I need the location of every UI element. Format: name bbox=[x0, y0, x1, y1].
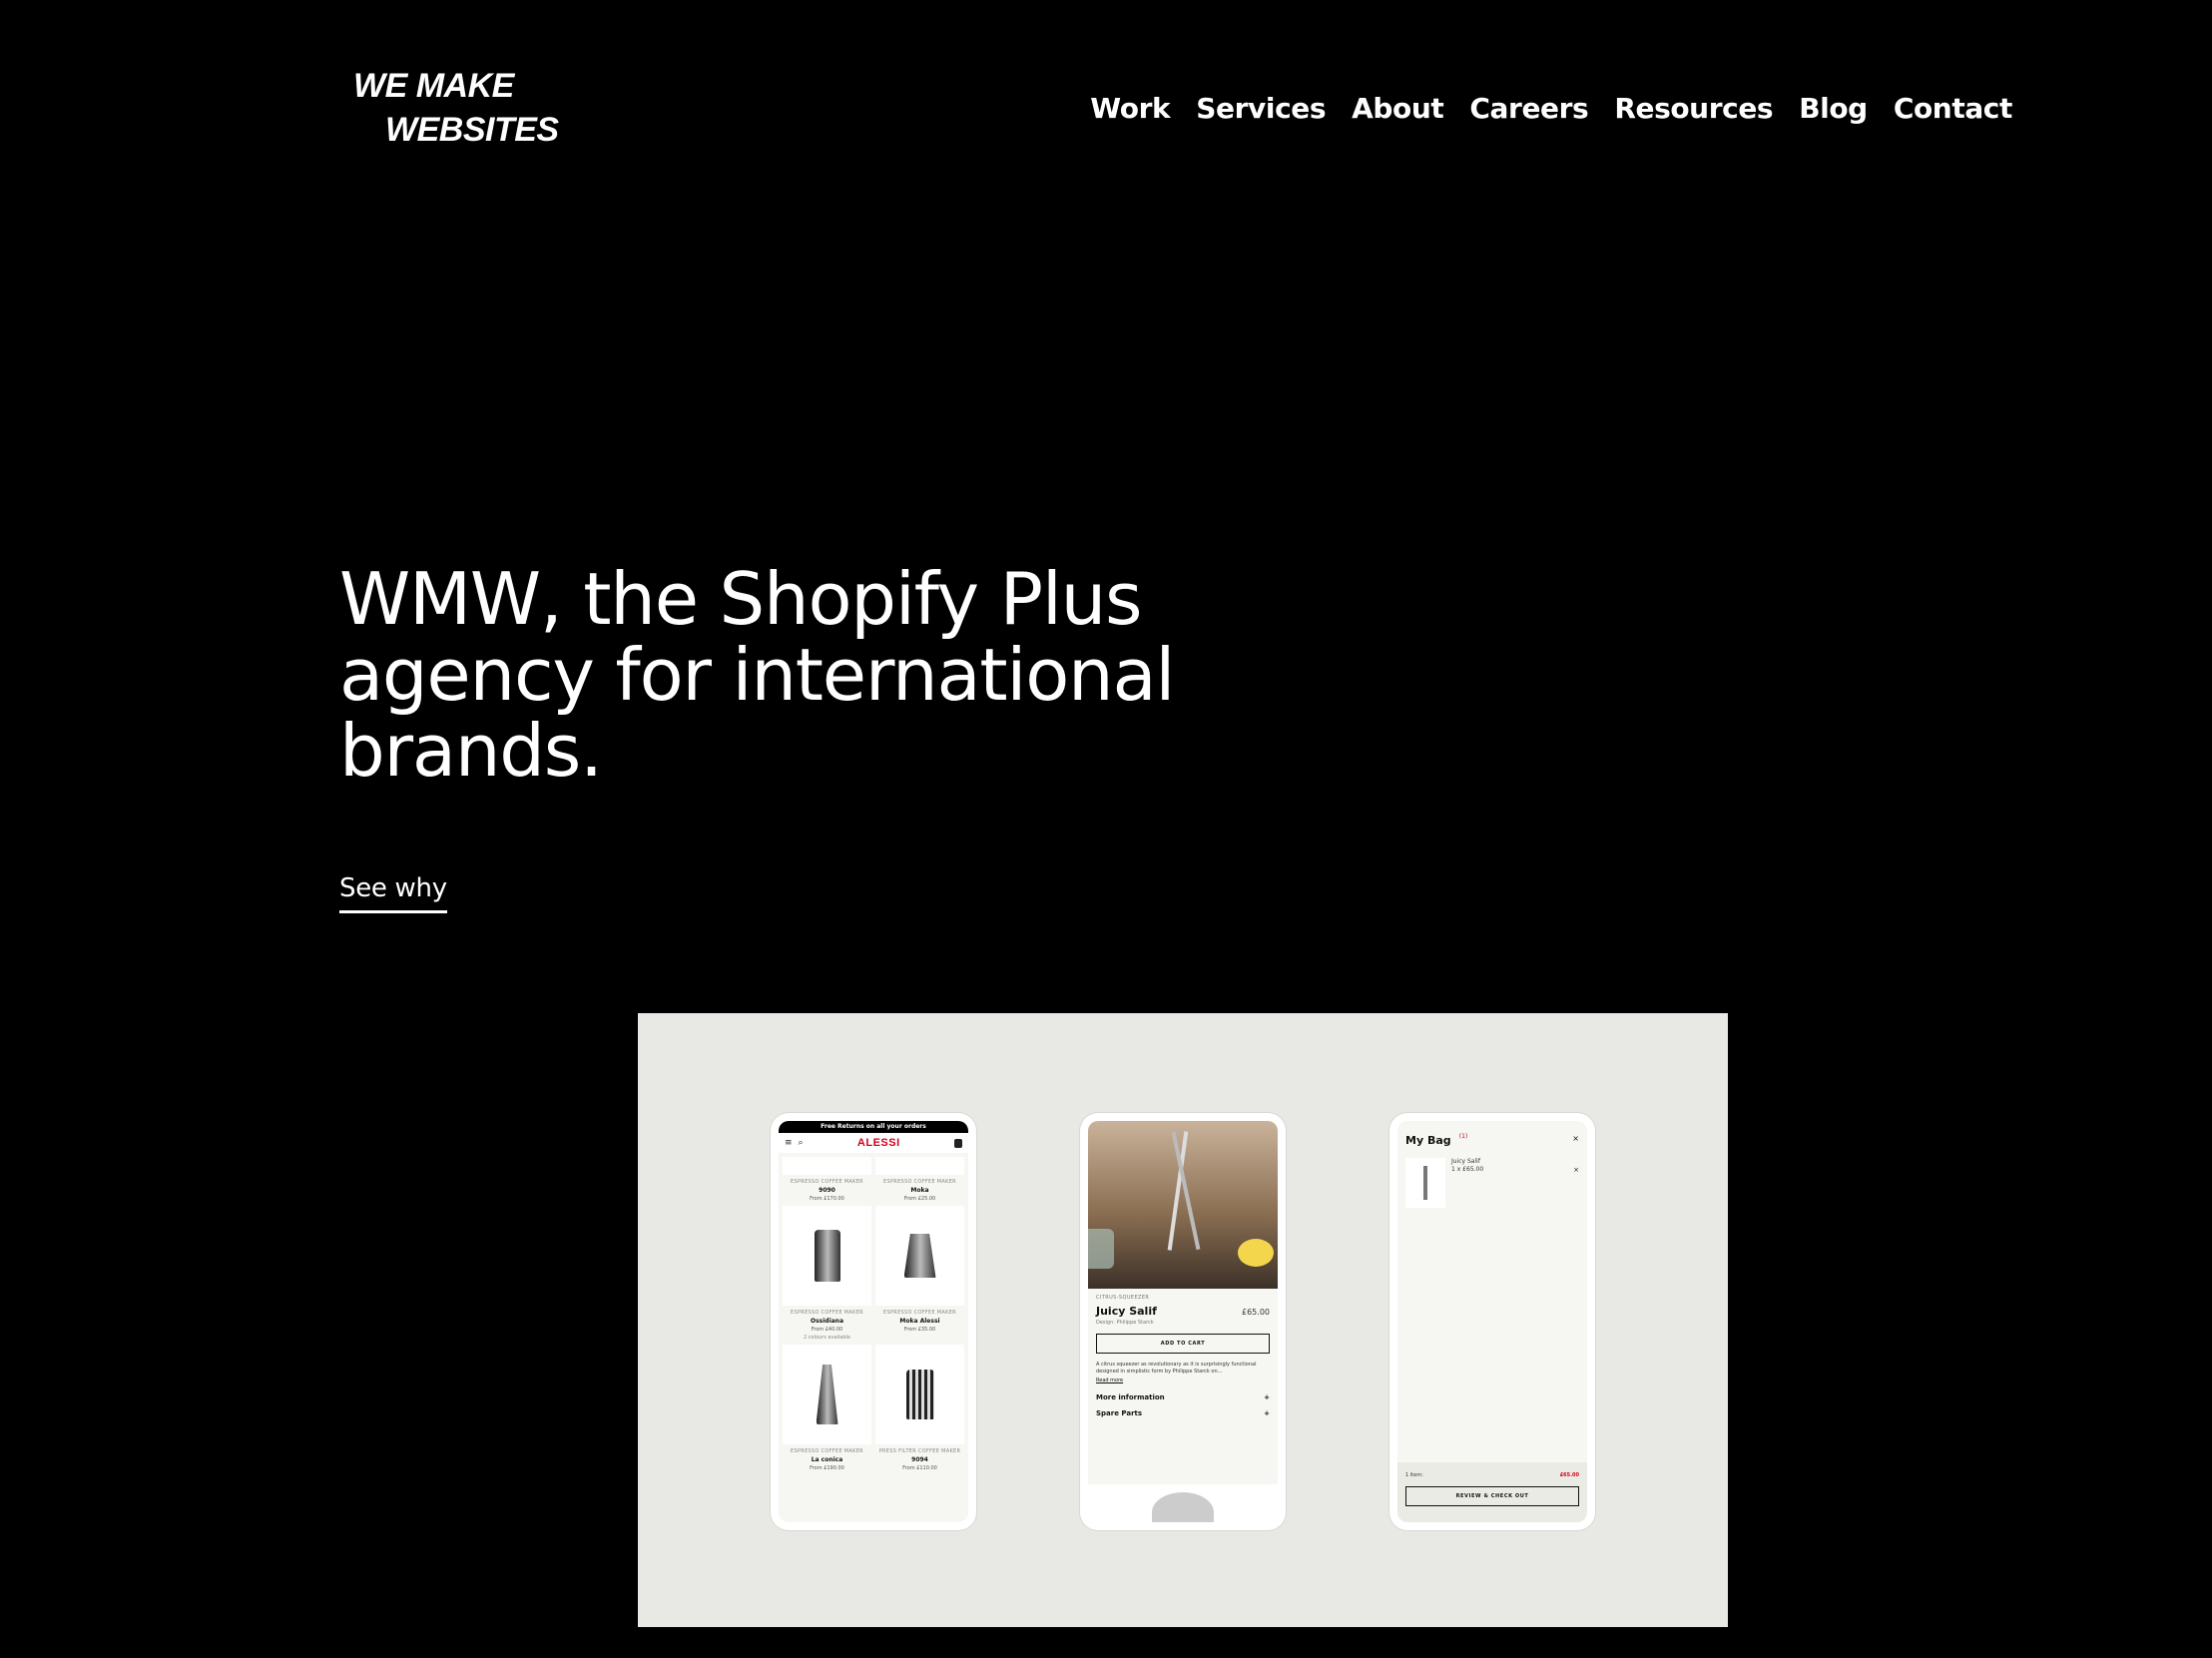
product-name: 9090 bbox=[819, 1187, 835, 1194]
product-price: From £110.00 bbox=[902, 1465, 937, 1471]
product-category: CITRUS-SQUEEZER bbox=[1096, 1295, 1150, 1301]
product-category: ESPRESSO COFFEE MAKER bbox=[883, 1179, 956, 1185]
site-logo[interactable]: WE MAKE WEBSITES bbox=[353, 64, 559, 152]
product-description: A citrus squeezer as revolutionary as it… bbox=[1096, 1362, 1257, 1375]
product-card: ESPRESSO COFFEE MAKER Ossidiana From £40… bbox=[783, 1206, 871, 1341]
phone-mockup-listing: Free Returns on all your orders ≡ ⌕ ALES… bbox=[771, 1113, 976, 1530]
product-price: From £170.00 bbox=[810, 1196, 844, 1202]
plus-icon: + bbox=[1264, 1409, 1270, 1417]
coffee-maker-illustration bbox=[903, 1234, 936, 1278]
phone-mockup-product: CITRUS-SQUEEZER Juicy Salif £65.00 Desig… bbox=[1080, 1113, 1286, 1530]
add-to-cart-button: ADD TO CART bbox=[1096, 1334, 1270, 1354]
product-price: From £190.00 bbox=[810, 1465, 844, 1471]
press-filter-illustration bbox=[905, 1370, 934, 1419]
main-nav: Work Services About Careers Resources Bl… bbox=[1090, 88, 2012, 130]
bag-item-name: Juicy Salif bbox=[1451, 1158, 1480, 1165]
product-image bbox=[783, 1157, 871, 1175]
accordion-more-information: More information + bbox=[1096, 1393, 1270, 1401]
product-card: PRESS FILTER COFFEE MAKER 9094 From £110… bbox=[875, 1345, 964, 1471]
product-category: PRESS FILTER COFFEE MAKER bbox=[878, 1448, 961, 1454]
accordion-label: More information bbox=[1096, 1393, 1165, 1401]
search-icon: ⌕ bbox=[798, 1138, 804, 1148]
accordion-label: Spare Parts bbox=[1096, 1409, 1143, 1417]
menu-icon: ≡ bbox=[785, 1138, 793, 1148]
product-category: ESPRESSO COFFEE MAKER bbox=[791, 1448, 863, 1454]
lemon-illustration bbox=[1238, 1239, 1274, 1267]
product-image bbox=[875, 1157, 964, 1175]
product-price: From £25.00 bbox=[903, 1196, 936, 1202]
accordion-spare-parts: Spare Parts + bbox=[1096, 1409, 1270, 1417]
product-name: Moka bbox=[910, 1187, 929, 1194]
product-card: ESPRESSO COFFEE MAKER La conica From £19… bbox=[783, 1345, 871, 1471]
glass-illustration bbox=[1088, 1229, 1114, 1269]
bag-item: Juicy Salif 1 x £65.00 × bbox=[1397, 1152, 1587, 1214]
product-price: £65.00 bbox=[1242, 1308, 1270, 1317]
product-image bbox=[875, 1206, 964, 1306]
product-image bbox=[875, 1345, 964, 1444]
bag-footer: 1 item: £65.00 REVIEW & CHECK OUT bbox=[1397, 1462, 1587, 1522]
product-extra: 2 colours available bbox=[803, 1335, 850, 1341]
hero-title: WMW, the Shopify Plus agency for interna… bbox=[339, 557, 1175, 793]
product-category: ESPRESSO COFFEE MAKER bbox=[883, 1310, 956, 1316]
nav-item-contact[interactable]: Contact bbox=[1894, 88, 2013, 130]
promo-banner: Free Returns on all your orders bbox=[779, 1121, 968, 1133]
brand-logo: ALESSI bbox=[856, 1137, 900, 1149]
product-name: Ossidiana bbox=[810, 1318, 844, 1325]
plus-icon: + bbox=[1264, 1393, 1270, 1401]
showcase-image: Free Returns on all your orders ≡ ⌕ ALES… bbox=[638, 1013, 1728, 1627]
bag-items-label: 1 item: bbox=[1405, 1472, 1423, 1478]
product-title: Juicy Salif bbox=[1096, 1305, 1157, 1318]
bag-item-thumbnail bbox=[1405, 1158, 1445, 1208]
logo-line-1: WE MAKE bbox=[353, 67, 514, 105]
nav-item-about[interactable]: About bbox=[1352, 88, 1444, 130]
product-card: ESPRESSO COFFEE MAKER 9090 From £170.00 bbox=[783, 1157, 871, 1202]
remove-item-icon: × bbox=[1573, 1166, 1579, 1174]
product-designer: Design: Philippe Starck bbox=[1096, 1320, 1154, 1326]
product-card: ESPRESSO COFFEE MAKER Moka From £25.00 bbox=[875, 1157, 964, 1202]
bag-total: £65.00 bbox=[1559, 1472, 1579, 1478]
nav-item-resources[interactable]: Resources bbox=[1614, 88, 1773, 130]
coffee-maker-illustration bbox=[814, 1230, 840, 1282]
designer-portrait bbox=[1088, 1484, 1278, 1522]
bag-item-quantity: 1 x £65.00 bbox=[1451, 1166, 1484, 1173]
see-why-link[interactable]: See why bbox=[339, 870, 447, 913]
close-icon: × bbox=[1572, 1134, 1579, 1143]
read-more-link: Read more bbox=[1096, 1378, 1124, 1383]
product-name: La conica bbox=[811, 1456, 843, 1463]
product-category: ESPRESSO COFFEE MAKER bbox=[791, 1310, 863, 1316]
product-category: ESPRESSO COFFEE MAKER bbox=[791, 1179, 863, 1185]
phone-mockup-bag: My Bag (1) × Juicy Salif 1 x £65.00 × 1 … bbox=[1389, 1113, 1595, 1530]
nav-item-careers[interactable]: Careers bbox=[1469, 88, 1588, 130]
product-grid: ESPRESSO COFFEE MAKER 9090 From £170.00 … bbox=[779, 1153, 968, 1475]
product-price: From £40.00 bbox=[811, 1327, 843, 1333]
product-image bbox=[783, 1345, 871, 1444]
product-price: From £35.00 bbox=[903, 1327, 936, 1333]
product-card: ESPRESSO COFFEE MAKER Moka Alessi From £… bbox=[875, 1206, 964, 1341]
bag-icon bbox=[953, 1138, 962, 1148]
bag-count: (1) bbox=[1458, 1132, 1468, 1140]
bag-title: My Bag bbox=[1405, 1134, 1451, 1147]
logo-line-2: WEBSITES bbox=[385, 111, 559, 149]
product-image bbox=[783, 1206, 871, 1306]
product-name: Moka Alessi bbox=[899, 1318, 940, 1325]
coffee-maker-illustration bbox=[816, 1365, 838, 1424]
nav-item-services[interactable]: Services bbox=[1196, 88, 1326, 130]
product-photo bbox=[1088, 1121, 1278, 1289]
product-name: 9094 bbox=[911, 1456, 928, 1463]
checkout-button: REVIEW & CHECK OUT bbox=[1405, 1486, 1579, 1506]
portrait-head bbox=[1152, 1492, 1214, 1522]
nav-item-blog[interactable]: Blog bbox=[1799, 88, 1868, 130]
nav-item-work[interactable]: Work bbox=[1090, 88, 1170, 130]
squeezer-thumb bbox=[1423, 1166, 1427, 1200]
app-bar: ≡ ⌕ ALESSI bbox=[779, 1133, 968, 1153]
